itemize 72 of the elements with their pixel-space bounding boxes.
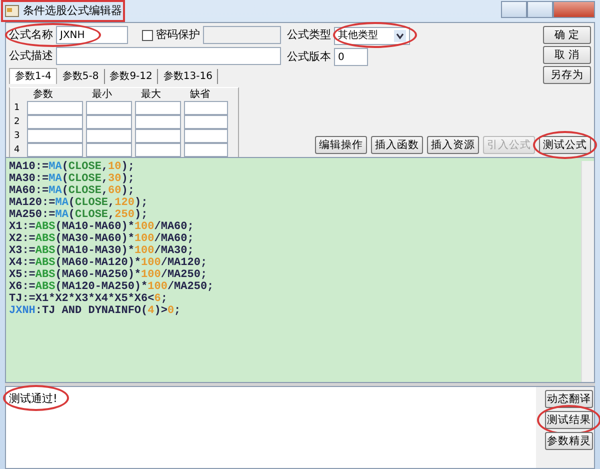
field-label: 公式描述 (9, 48, 53, 64)
param-field[interactable] (135, 143, 181, 157)
maximize-button[interactable] (527, 0, 553, 18)
param-field[interactable] (86, 129, 132, 143)
param-field[interactable] (135, 129, 181, 143)
param-field[interactable] (27, 143, 83, 157)
param-field[interactable] (184, 129, 228, 143)
param-field[interactable] (184, 115, 228, 129)
param-field[interactable] (184, 101, 228, 115)
status-message: 测试通过! (9, 392, 58, 405)
code-line: X6:=ABS(MA120-MA250)*100/MA250; (9, 281, 214, 293)
type-select[interactable]: 其他类型 (334, 26, 410, 44)
field-label: 公式版本 (287, 49, 331, 65)
row-number: 3 (14, 130, 21, 143)
field-label: 公式名称 (9, 26, 53, 43)
close-button[interactable] (553, 0, 595, 18)
row-number: 4 (14, 144, 21, 157)
toolbar-button[interactable]: 插入资源 (427, 136, 479, 154)
dialog-button[interactable]: 取 消 (543, 46, 591, 64)
code-line: X2:=ABS(MA30-MA60)*100/MA60; (9, 233, 194, 245)
code-line: MA10:=MA(CLOSE,10); (9, 161, 134, 173)
version-field[interactable]: 0 (334, 48, 368, 66)
column-header: 最小 (91, 89, 113, 101)
param-field[interactable] (135, 101, 181, 115)
code-line: MA60:=MA(CLOSE,60); (9, 185, 134, 197)
column-header: 参数 (32, 89, 54, 101)
dropdown-caret-icon[interactable] (394, 30, 406, 42)
code-line: X5:=ABS(MA60-MA250)*100/MA250; (9, 269, 208, 281)
app-icon (5, 5, 19, 17)
panel-button[interactable]: 测试结果 (545, 411, 593, 429)
scrollbar[interactable] (581, 161, 594, 382)
toolbar-button[interactable]: 测试公式 (539, 136, 591, 154)
toolbar-button[interactable]: 编辑操作 (315, 136, 367, 154)
code-line: TJ:=X1*X2*X3*X4*X5*X6<6; (9, 293, 168, 305)
param-field[interactable] (86, 143, 132, 157)
scrollbar[interactable] (536, 387, 544, 468)
param-field[interactable] (27, 101, 83, 115)
column-header: 最大 (140, 89, 162, 101)
param-tab[interactable]: 参数13-16 (158, 69, 218, 84)
param-tab[interactable]: 参数1-4 (9, 68, 58, 84)
param-field[interactable] (86, 115, 132, 129)
param-field[interactable] (27, 115, 83, 129)
dialog-button[interactable]: 确 定 (543, 26, 591, 44)
checkbox-label: 密码保护 (156, 26, 200, 43)
row-number: 2 (14, 116, 21, 129)
password-checkbox[interactable] (142, 30, 153, 40)
param-field[interactable] (86, 101, 132, 115)
field-label: 公式类型 (287, 27, 331, 44)
toolbar-button[interactable]: 插入函数 (371, 136, 423, 154)
panel-button[interactable]: 动态翻译 (545, 390, 593, 408)
param-tab[interactable]: 参数5-8 (57, 69, 105, 84)
code-line: X1:=ABS(MA10-MA60)*100/MA60; (9, 221, 194, 233)
name-field[interactable]: JXNH (56, 26, 128, 44)
param-field[interactable] (184, 143, 228, 157)
param-field[interactable] (27, 129, 83, 143)
description-field[interactable] (56, 47, 281, 65)
code-line: MA250:=MA(CLOSE,250); (9, 209, 148, 221)
code-line: MA120:=MA(CLOSE,120); (9, 197, 148, 209)
param-field[interactable] (135, 115, 181, 129)
column-header: 缺省 (189, 89, 211, 101)
row-number: 1 (14, 102, 21, 115)
window-title: 条件选股公式编辑器 (22, 2, 122, 19)
param-tab[interactable]: 参数9-12 (104, 69, 158, 84)
dialog-button[interactable]: 另存为 (543, 66, 591, 84)
panel-button[interactable]: 参数精灵 (545, 432, 593, 450)
code-line: MA30:=MA(CLOSE,30); (9, 173, 134, 185)
minimize-button[interactable] (501, 0, 527, 18)
code-line: X4:=ABS(MA60-MA120)*100/MA120; (9, 257, 208, 269)
password-field[interactable] (202, 26, 281, 44)
code-line: X3:=ABS(MA10-MA30)*100/MA30; (9, 245, 194, 257)
select-value: 其他类型 (338, 28, 378, 43)
code-line: JXNH:TJ AND DYNAINFO(4)>0; (9, 305, 181, 317)
